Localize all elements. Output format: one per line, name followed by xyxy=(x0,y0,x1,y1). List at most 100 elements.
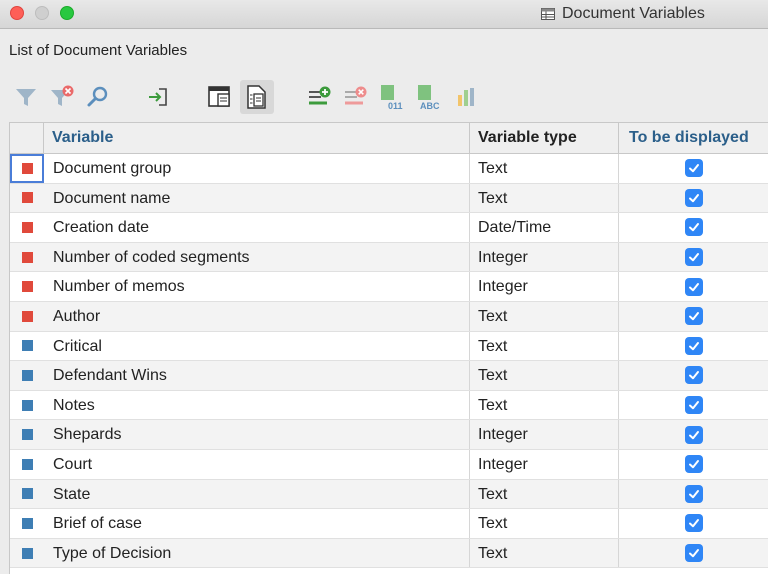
cell-variable-type: Text xyxy=(470,154,619,183)
column-header-to-be-displayed[interactable]: To be displayed xyxy=(619,123,768,153)
display-checkbox[interactable] xyxy=(684,248,703,267)
row-marker[interactable] xyxy=(10,509,44,538)
svg-text:ABC: ABC xyxy=(420,101,440,111)
numeric-variable-icon: 011 xyxy=(381,85,403,111)
delete-variable-button[interactable] xyxy=(338,80,372,114)
display-checkbox[interactable] xyxy=(684,484,703,503)
row-marker[interactable] xyxy=(10,420,44,449)
table-row[interactable]: Defendant Wins Text xyxy=(10,361,768,391)
show-all-button[interactable] xyxy=(203,80,237,114)
export-icon xyxy=(149,88,167,106)
svg-text:011: 011 xyxy=(388,101,403,111)
table-row[interactable]: Brief of case Text xyxy=(10,509,768,539)
title-bar: Document Variables xyxy=(0,0,768,29)
table-row[interactable]: Type of Decision Text xyxy=(10,538,768,569)
search-icon xyxy=(87,86,108,107)
display-checkbox[interactable] xyxy=(684,277,703,296)
document-variables-button[interactable] xyxy=(240,80,274,114)
row-marker[interactable] xyxy=(10,184,44,213)
checkmark-icon xyxy=(688,164,699,173)
cell-variable-type: Integer xyxy=(470,420,619,449)
row-marker[interactable] xyxy=(10,272,44,301)
display-checkbox[interactable] xyxy=(684,544,703,563)
variable-color-marker xyxy=(21,310,33,322)
delete-variable-icon xyxy=(345,86,367,105)
table-row[interactable]: Shepards Integer xyxy=(10,420,768,450)
window-title-text: Document Variables xyxy=(562,5,705,22)
text-variable-button[interactable]: ABC xyxy=(411,80,445,114)
row-marker[interactable] xyxy=(10,391,44,420)
display-checkbox[interactable] xyxy=(684,307,703,326)
checkmark-icon xyxy=(688,489,699,499)
table-row[interactable]: Critical Text xyxy=(10,331,768,362)
add-variable-button[interactable] xyxy=(302,80,336,114)
display-checkbox[interactable] xyxy=(684,425,703,444)
maximize-window-button[interactable] xyxy=(60,6,74,20)
cell-to-be-displayed xyxy=(619,480,768,509)
row-marker[interactable] xyxy=(10,302,44,331)
close-window-button[interactable] xyxy=(10,6,24,20)
checkmark-icon xyxy=(688,312,699,321)
clear-filter-button[interactable] xyxy=(45,80,79,114)
cell-variable-type: Text xyxy=(470,301,619,331)
clear-filter-icon xyxy=(51,85,74,106)
display-checkbox[interactable] xyxy=(684,366,703,385)
row-marker[interactable] xyxy=(10,243,44,272)
statistics-icon xyxy=(458,88,474,106)
toolbar: 011 ABC xyxy=(0,78,768,118)
table-row[interactable]: Notes Text xyxy=(10,390,768,421)
variable-color-marker xyxy=(21,281,33,293)
checkmark-icon xyxy=(688,460,699,469)
display-checkbox[interactable] xyxy=(684,396,703,415)
table-row[interactable]: Number of coded segments Integer xyxy=(10,242,768,273)
row-marker[interactable] xyxy=(10,213,44,242)
numeric-variable-button[interactable]: 011 xyxy=(374,80,408,114)
cell-variable: Creation date xyxy=(44,213,470,242)
display-checkbox[interactable] xyxy=(684,159,703,178)
minimize-window-button[interactable] xyxy=(35,6,49,20)
cell-to-be-displayed xyxy=(619,539,768,568)
variable-color-marker xyxy=(21,488,33,500)
variables-table: Variable Variable type To be displayed D… xyxy=(9,122,768,574)
table-row[interactable]: State Text xyxy=(10,479,768,510)
cell-variable: State xyxy=(44,479,470,509)
row-marker[interactable] xyxy=(10,480,44,509)
table-row[interactable]: Number of memos Integer xyxy=(10,272,768,302)
search-button[interactable] xyxy=(81,80,115,114)
column-header-variable[interactable]: Variable xyxy=(44,123,470,153)
table-row[interactable]: Document group Text xyxy=(10,154,768,184)
display-checkbox[interactable] xyxy=(684,218,703,237)
add-variable-icon xyxy=(309,86,331,105)
checkmark-icon xyxy=(688,519,699,528)
export-button[interactable] xyxy=(141,80,175,114)
column-header-variable-type[interactable]: Variable type xyxy=(470,123,619,153)
row-marker[interactable] xyxy=(10,361,44,390)
table-row[interactable]: Creation date Date/Time xyxy=(10,213,768,243)
checkmark-icon xyxy=(688,371,699,380)
row-marker[interactable] xyxy=(10,332,44,361)
cell-variable: Defendant Wins xyxy=(44,361,470,390)
statistics-button[interactable] xyxy=(449,80,483,114)
cell-variable-type: Text xyxy=(470,331,619,361)
checkmark-icon xyxy=(688,341,699,351)
cell-variable-type: Integer xyxy=(470,272,619,301)
cell-variable: Court xyxy=(44,449,470,479)
cell-variable-type: Text xyxy=(470,390,619,420)
cell-to-be-displayed xyxy=(619,213,768,242)
display-checkbox[interactable] xyxy=(684,455,703,474)
row-marker[interactable] xyxy=(10,539,44,568)
cell-to-be-displayed xyxy=(619,272,768,301)
cell-variable: Document group xyxy=(44,154,470,183)
table-row[interactable]: Court Integer xyxy=(10,449,768,480)
table-row[interactable]: Document name Text xyxy=(10,183,768,214)
table-row[interactable]: Author Text xyxy=(10,301,768,332)
display-checkbox[interactable] xyxy=(684,514,703,533)
cell-to-be-displayed xyxy=(619,154,768,183)
row-marker[interactable] xyxy=(10,450,44,479)
row-marker[interactable] xyxy=(10,154,44,183)
display-checkbox[interactable] xyxy=(684,188,703,207)
display-checkbox[interactable] xyxy=(684,336,703,355)
filter-button[interactable] xyxy=(9,80,43,114)
variable-color-marker xyxy=(21,251,33,263)
cell-variable-type: Text xyxy=(470,479,619,509)
